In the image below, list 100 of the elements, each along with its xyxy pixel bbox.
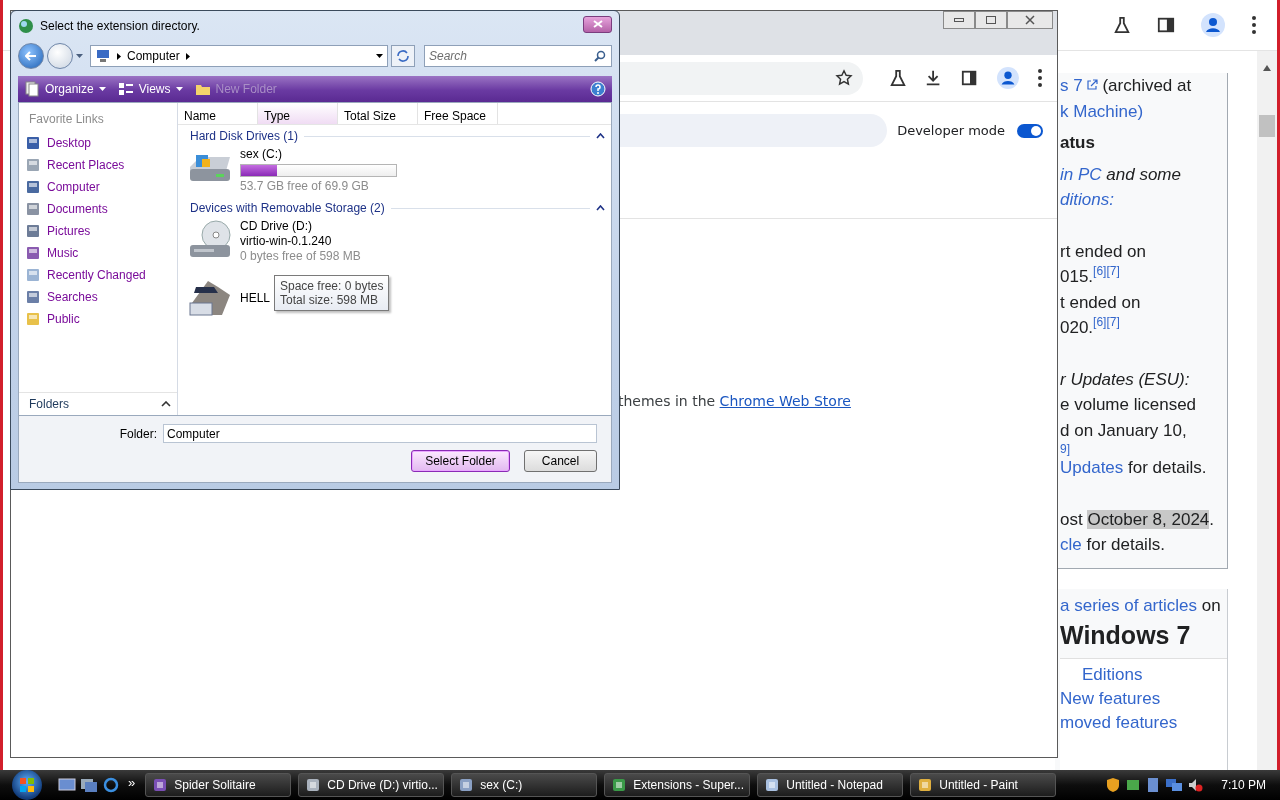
drive-name[interactable]: HELL (240, 290, 271, 306)
wiki-text: a series of articles on (1060, 594, 1221, 617)
scroll-up-icon[interactable] (1263, 65, 1271, 71)
favorite-link[interactable]: Computer (19, 176, 177, 198)
group-heading: Devices with Removable Storage (2) (190, 201, 385, 215)
volume-muted-icon[interactable] (1187, 777, 1204, 793)
search-icon (594, 50, 606, 62)
favorite-link[interactable]: Recently Changed (19, 264, 177, 286)
search-field[interactable]: Search (424, 45, 612, 67)
wiki-text: 015.$^{[6][7]}$ (1060, 264, 1120, 288)
toolbar-button[interactable]: Organize (24, 81, 106, 97)
tooltip-text: Space free: 0 bytes (280, 279, 384, 293)
toolbar-button[interactable]: Views (117, 81, 183, 97)
drive-space: 0 bytes free of 598 MB (240, 249, 361, 264)
collapse-icon[interactable] (596, 133, 605, 139)
clock[interactable]: 7:10 PM (1221, 778, 1266, 792)
caret-icon (98, 87, 106, 91)
wiki-link[interactable]: ditions: (1060, 187, 1114, 213)
wiki-link[interactable]: [6][7] (1093, 264, 1120, 279)
wiki-text: in PC and some (1060, 163, 1181, 186)
wiki-link[interactable]: moved features (1060, 711, 1178, 735)
wiki-link[interactable]: Editions (1082, 663, 1143, 687)
group-heading: Hard Disk Drives (1) (190, 129, 298, 143)
favorite-link[interactable]: Public (19, 308, 177, 330)
browser-icon[interactable] (102, 777, 120, 793)
folders-toggle[interactable]: Folders (19, 392, 177, 415)
folder-label: Folder: (119, 426, 157, 441)
wiki-link[interactable]: 9] (1060, 443, 1070, 455)
taskbar-button[interactable]: CD Drive (D:) virtio... (298, 773, 445, 797)
wiki-link[interactable]: a series of articles (1060, 595, 1197, 615)
desktop-icon[interactable] (58, 777, 76, 793)
wiki-link[interactable]: in PC (1060, 164, 1102, 184)
menu-icon[interactable] (1037, 68, 1043, 88)
arrow-icon (117, 52, 121, 60)
dialog-button[interactable]: Cancel (524, 450, 597, 472)
taskbar-button[interactable]: Spider Solitaire (145, 773, 292, 797)
close-icon (592, 20, 603, 28)
back-button[interactable] (18, 43, 44, 69)
favorite-link[interactable]: Music (19, 242, 177, 264)
wiki-text: rt ended on (1060, 240, 1146, 263)
maximize-button[interactable] (975, 11, 1007, 29)
wiki-text: r Updates (ESU): (1060, 368, 1190, 391)
collapse-icon[interactable] (596, 205, 605, 211)
wiki-text: d on January 10, (1060, 419, 1187, 442)
dialog-button[interactable]: Select Folder (411, 450, 510, 472)
wiki-link[interactable]: k Machine) (1060, 98, 1144, 124)
wiki-link[interactable]: [6][7] (1093, 315, 1120, 330)
help-icon[interactable] (590, 81, 606, 97)
column-header[interactable]: Type (258, 103, 338, 124)
folder-link-icon (25, 245, 41, 261)
scrollbar[interactable] (1257, 51, 1277, 770)
developer-mode-toggle[interactable] (1017, 124, 1043, 138)
breadcrumb[interactable]: Computer (127, 49, 180, 63)
maximize-icon (986, 16, 996, 24)
sidebar-icon[interactable] (1157, 16, 1175, 34)
computer-icon (95, 49, 111, 63)
start-button[interactable] (12, 770, 42, 800)
network-icon[interactable] (1165, 777, 1184, 793)
wiki-link[interactable]: s 7 (1060, 76, 1098, 95)
close-icon (1025, 15, 1035, 25)
refresh-button[interactable] (391, 45, 415, 67)
flask-icon[interactable] (1113, 16, 1131, 34)
infobox-heading: atus (1060, 132, 1095, 154)
address-field[interactable]: Computer (90, 45, 388, 67)
folder-field[interactable]: Computer (163, 424, 597, 443)
favorite-link[interactable]: Pictures (19, 220, 177, 242)
folder-link-icon (25, 289, 41, 305)
taskbar-button[interactable]: Untitled - Notepad (757, 773, 904, 797)
forward-button[interactable] (47, 43, 73, 69)
flask-icon[interactable] (889, 69, 907, 87)
avatar-icon[interactable] (997, 67, 1019, 89)
favorite-link[interactable]: Desktop (19, 132, 177, 154)
favorite-link[interactable]: Searches (19, 286, 177, 308)
store-link[interactable]: Chrome Web Store (719, 393, 851, 409)
shield-icon[interactable] (1105, 777, 1122, 793)
avatar-icon[interactable] (1201, 13, 1225, 37)
wiki-text: cle for details. (1060, 534, 1165, 556)
wiki-link[interactable]: Updates (1060, 458, 1124, 477)
drive-name[interactable]: sex (C:) (240, 147, 282, 162)
favorite-link[interactable]: Recent Places (19, 154, 177, 176)
drive-name[interactable]: CD Drive (D:) (240, 219, 312, 234)
arrow-icon (185, 52, 190, 60)
taskbar-button[interactable]: Untitled - Paint (910, 773, 1057, 797)
pane-heading: Favorite Links (29, 112, 105, 126)
taskbar-button[interactable]: Extensions - Super... (604, 773, 751, 797)
series-title: Windows 7 (1060, 620, 1191, 651)
menu-icon[interactable] (1251, 15, 1257, 35)
minimize-button[interactable] (943, 11, 975, 29)
folder-link-icon (25, 179, 41, 195)
scroll-thumb[interactable] (1259, 115, 1275, 137)
wiki-link[interactable]: cle (1060, 535, 1082, 554)
favorite-link[interactable]: Documents (19, 198, 177, 220)
window-icon[interactable] (80, 777, 98, 793)
wiki-link[interactable]: New features (1060, 687, 1161, 711)
more-toggle[interactable]: » (128, 774, 136, 790)
minimize-icon (954, 18, 964, 22)
star-icon[interactable] (835, 69, 853, 87)
close-button[interactable] (583, 15, 612, 33)
taskbar-button[interactable]: sex (C:) (451, 773, 598, 797)
sidebar-icon[interactable] (961, 69, 979, 87)
